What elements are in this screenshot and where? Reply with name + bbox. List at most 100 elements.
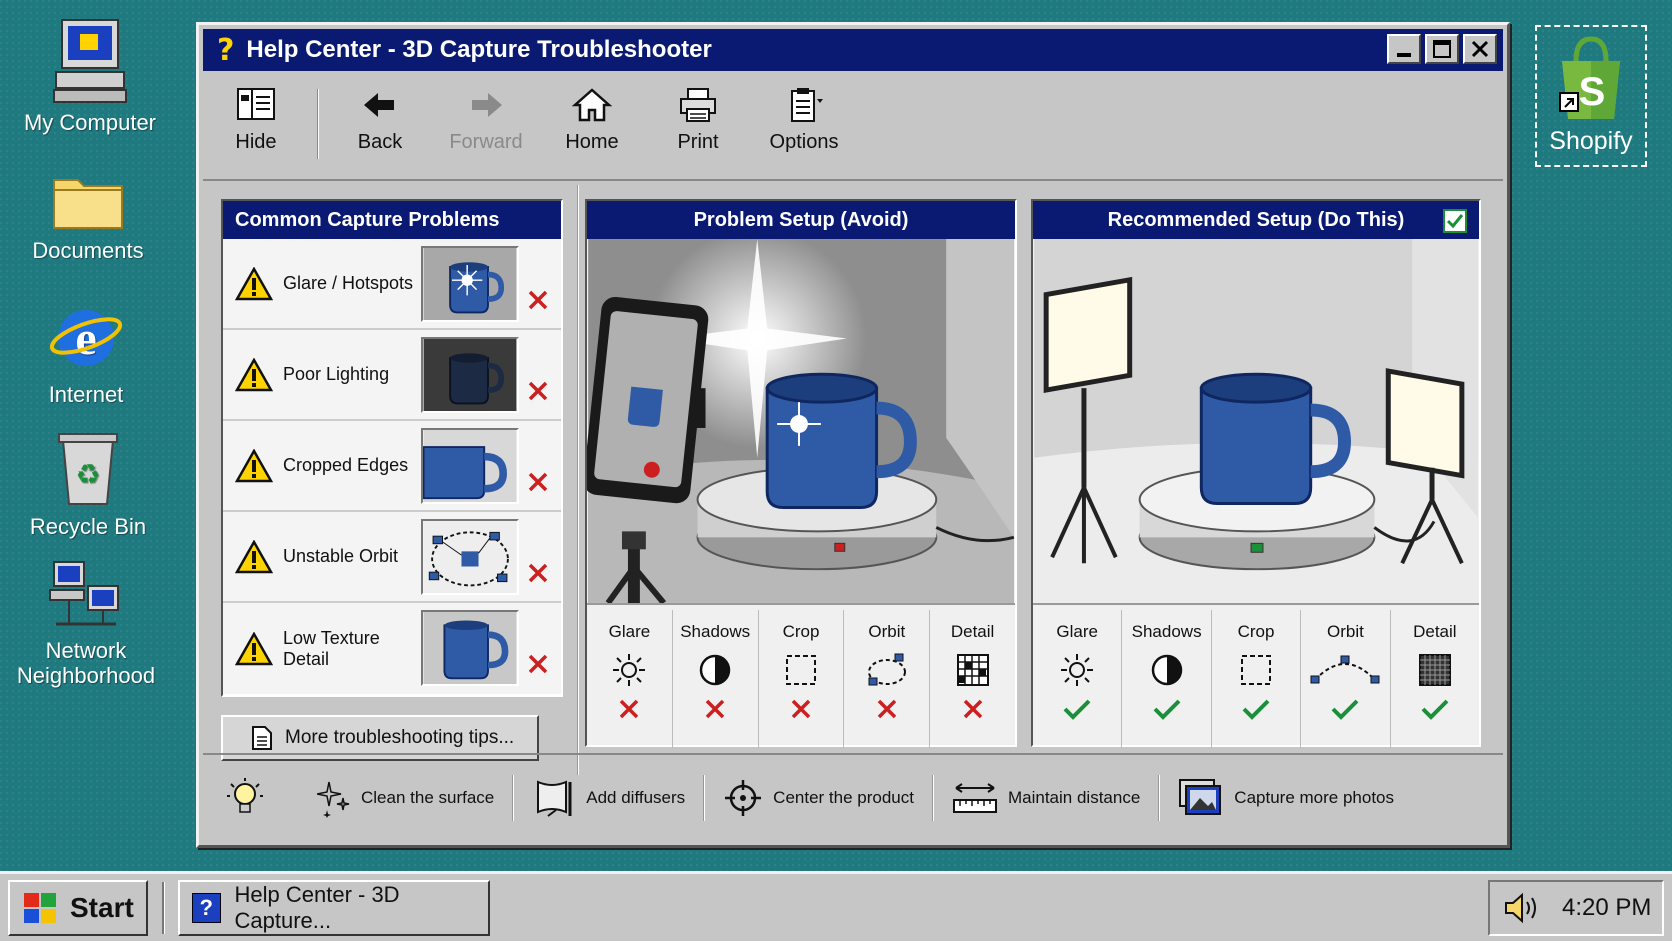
low-texture-mug-thumbnail — [421, 610, 519, 686]
desktop-icon-my-computer[interactable]: My Computer — [10, 18, 170, 135]
warning-icon — [235, 357, 273, 391]
desktop-icon-label: Internet — [48, 382, 124, 407]
desktop-icon-label: Recycle Bin — [29, 514, 147, 539]
check-label: Crop — [782, 622, 820, 641]
red-x-icon — [528, 290, 548, 310]
check-label: Glare — [1056, 622, 1098, 641]
desktop-shortcut-shopify[interactable]: S Shopify — [1535, 25, 1647, 167]
warning-icon — [235, 448, 273, 482]
tip-add-diffusers: Add diffusers — [532, 778, 685, 818]
desktop-icon-documents[interactable]: Documents — [8, 170, 168, 263]
red-x-icon — [963, 699, 982, 719]
checkmark-icon — [1446, 214, 1464, 229]
taskbar: Start ? Help Center - 3D Capture... 4:20… — [0, 871, 1672, 941]
orbit-icon — [867, 653, 906, 686]
warning-icon — [235, 631, 273, 665]
cropped-mug-thumbnail — [421, 428, 519, 504]
start-label: Start — [70, 892, 134, 923]
back-button[interactable]: Back — [327, 75, 433, 175]
crop-frame-icon — [1241, 655, 1272, 685]
hide-button[interactable]: Hide — [203, 75, 309, 175]
problem-label: Poor Lighting — [283, 364, 390, 384]
problem-item-unstable-orbit[interactable]: Unstable Orbit — [223, 512, 561, 603]
desktop-icon-recycle-bin[interactable]: ♻ Recycle Bin — [8, 430, 168, 539]
detail-grid-icon — [1418, 654, 1451, 686]
check-label: Shadows — [680, 622, 751, 641]
recommended-setup-title-text: Recommended Setup (Do This) — [1107, 208, 1405, 231]
tip-label: Maintain distance — [1007, 788, 1141, 807]
red-x-icon — [528, 654, 548, 674]
problem-check-orbit: Orbit — [844, 610, 931, 748]
desktop-icon-network[interactable]: Network Neighborhood — [6, 560, 166, 688]
options-button[interactable]: Options — [751, 75, 857, 175]
recommended-checkbox[interactable] — [1443, 209, 1467, 233]
problem-setup-illustration — [583, 229, 1015, 605]
orbit-icon — [1310, 655, 1380, 684]
problem-label: Low Texture Detail — [283, 627, 380, 669]
tip-label: Add diffusers — [586, 788, 686, 807]
print-button[interactable]: Print — [645, 75, 751, 175]
forward-arrow-icon — [472, 93, 502, 117]
minimize-button[interactable] — [1387, 34, 1421, 64]
window-titlebar[interactable]: ? Help Center - 3D Capture Troubleshoote… — [203, 29, 1503, 71]
red-x-icon — [620, 699, 639, 719]
check-label: Orbit — [1327, 622, 1364, 641]
printer-icon — [680, 88, 716, 122]
red-x-icon — [791, 699, 811, 719]
hide-label: Hide — [235, 131, 277, 153]
problem-label: Cropped Edges — [283, 455, 409, 475]
problem-setup-panel: Problem Setup (Avoid) Glare Shadows Crop… — [583, 199, 1017, 748]
photo-stack-icon — [1179, 779, 1222, 815]
green-check-icon — [1332, 699, 1359, 720]
close-button[interactable] — [1463, 34, 1497, 64]
start-button[interactable]: Start — [8, 880, 148, 936]
close-icon — [1471, 40, 1489, 58]
common-problems-panel: Common Capture Problems Glare / Hotspots… — [221, 199, 563, 697]
desktop-icon-label: Shopify — [1549, 127, 1633, 155]
maximize-button[interactable] — [1425, 34, 1459, 64]
crop-frame-icon — [785, 655, 816, 685]
tip-separator — [1158, 775, 1161, 821]
recommended-check-detail: Detail — [1391, 610, 1479, 748]
clipboard-options-icon — [791, 88, 823, 122]
home-label: Home — [565, 131, 619, 153]
recommended-check-orbit: Orbit — [1301, 610, 1391, 748]
detail-grid-icon — [956, 654, 989, 686]
problem-item-low-texture[interactable]: Low Texture Detail — [223, 603, 561, 694]
problem-item-glare[interactable]: Glare / Hotspots — [223, 239, 561, 330]
recommended-setup-panel: Recommended Setup (Do This) Glare Shadow… — [1031, 199, 1481, 748]
sun-icon — [1061, 654, 1094, 686]
contrast-icon — [699, 654, 731, 686]
help-center-window: ? Help Center - 3D Capture Troubleshoote… — [196, 22, 1510, 848]
diffuser-icon — [537, 780, 572, 817]
taskbar-separator — [162, 882, 165, 934]
hide-panel-icon — [237, 88, 275, 120]
red-x-icon — [528, 472, 548, 492]
windows-logo-icon — [24, 893, 56, 923]
toolbar: Hide Back Forward Home Print Options — [203, 75, 1503, 181]
clock: 4:20 PM — [1562, 894, 1652, 921]
problem-checks-row: Glare Shadows Crop Orbit Detail — [587, 610, 1015, 748]
options-label: Options — [769, 131, 839, 153]
folder-icon — [53, 179, 123, 229]
tip-separator — [703, 775, 706, 821]
check-label: Glare — [608, 622, 651, 641]
home-button[interactable]: Home — [539, 75, 645, 175]
forward-label: Forward — [449, 131, 523, 153]
desktop-icon-internet[interactable]: e Internet — [6, 300, 166, 407]
forward-button[interactable]: Forward — [433, 75, 539, 175]
desktop-icon-label: My Computer — [23, 110, 157, 135]
green-check-icon — [1063, 699, 1091, 720]
taskbar-item-help-center[interactable]: ? Help Center - 3D Capture... — [178, 880, 490, 936]
panel-divider — [577, 185, 579, 775]
maximize-icon — [1433, 40, 1451, 58]
more-tips-label: More troubleshooting tips... — [285, 727, 515, 748]
speaker-icon[interactable] — [1504, 892, 1542, 924]
problem-item-poor-lighting[interactable]: Poor Lighting — [223, 330, 561, 421]
problem-item-cropped-edges[interactable]: Cropped Edges — [223, 421, 561, 512]
tip-label: Clean the surface — [361, 788, 495, 807]
orbit-diagram-thumbnail — [421, 519, 519, 595]
green-check-icon — [1242, 699, 1270, 720]
crosshair-icon — [725, 780, 762, 816]
lightbulb-icon — [227, 778, 263, 813]
